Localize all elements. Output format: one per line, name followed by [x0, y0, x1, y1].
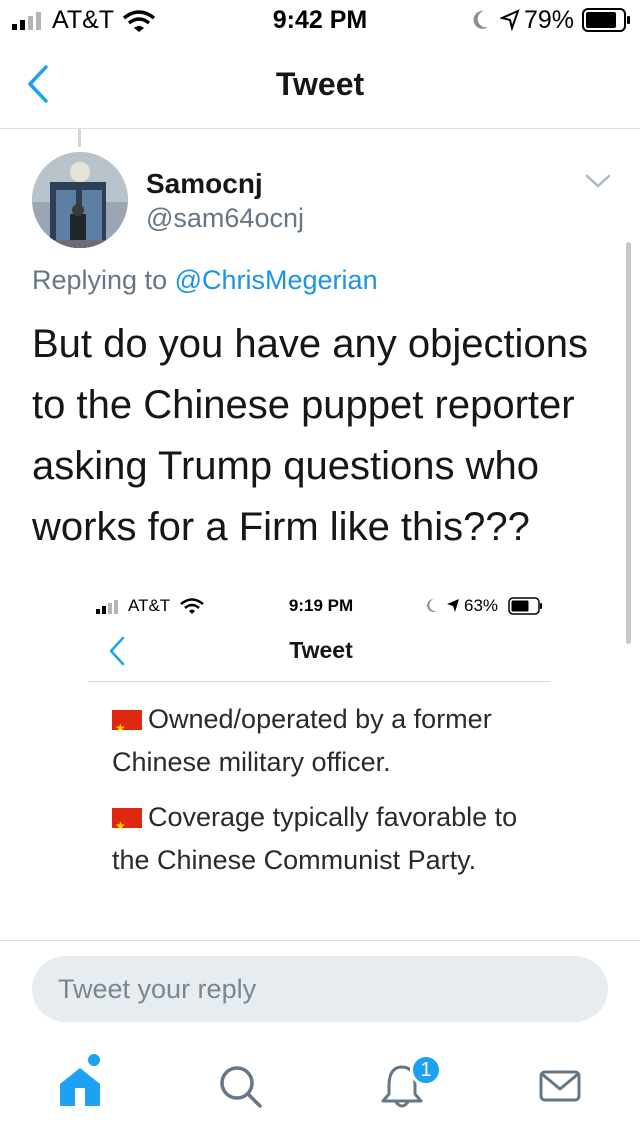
embedded-line-2: Coverage typically favorable to the Chin… [112, 796, 552, 882]
replying-to-line: Replying to @ChrisMegerian [32, 265, 378, 296]
user-handle[interactable]: @sam64ocnj [146, 203, 304, 234]
embedded-divider [88, 681, 550, 682]
status-bar: AT&T 9:42 PM 79% [0, 0, 640, 40]
embedded-location-icon [447, 599, 459, 612]
embedded-title: Tweet [289, 637, 353, 663]
scrollbar[interactable] [626, 242, 631, 644]
battery-percent: 79% [524, 6, 575, 34]
china-flag-icon [112, 707, 142, 750]
embedded-line-1: Owned/operated by a former Chinese milit… [112, 698, 552, 784]
embedded-battery-percent: 63% [464, 596, 499, 615]
battery-icon [582, 8, 630, 32]
notification-badge: 1 [410, 1054, 442, 1086]
embedded-moon-icon [427, 598, 437, 612]
replying-to-label: Replying to [32, 265, 168, 295]
moon-icon [473, 10, 488, 29]
search-icon[interactable] [216, 1062, 264, 1110]
page-title: Tweet [275, 66, 365, 102]
embedded-battery-icon [508, 597, 542, 615]
reply-input[interactable] [58, 956, 578, 1022]
thread-connector-line [78, 129, 81, 147]
embedded-body: Owned/operated by a former Chinese milit… [112, 698, 552, 882]
mention-link[interactable]: @ChrisMegerian [175, 265, 378, 295]
messages-icon[interactable] [536, 1062, 584, 1110]
location-arrow-icon [500, 9, 520, 31]
avatar-photo [32, 152, 128, 248]
nav-divider [0, 128, 640, 129]
china-flag-icon [112, 805, 142, 848]
chevron-down-icon[interactable] [584, 172, 612, 190]
tweet-text: But do you have any objections to the Ch… [32, 322, 588, 549]
reply-divider [0, 940, 640, 941]
avatar[interactable] [32, 152, 128, 248]
home-unread-dot [88, 1054, 100, 1066]
home-icon[interactable] [56, 1062, 104, 1110]
reply-composer[interactable] [32, 956, 608, 1022]
display-name[interactable]: Samocnj [146, 168, 263, 200]
tweet-image[interactable]: AT&T 9:19 PM 63% Tweet Owned/operated by… [86, 574, 556, 940]
